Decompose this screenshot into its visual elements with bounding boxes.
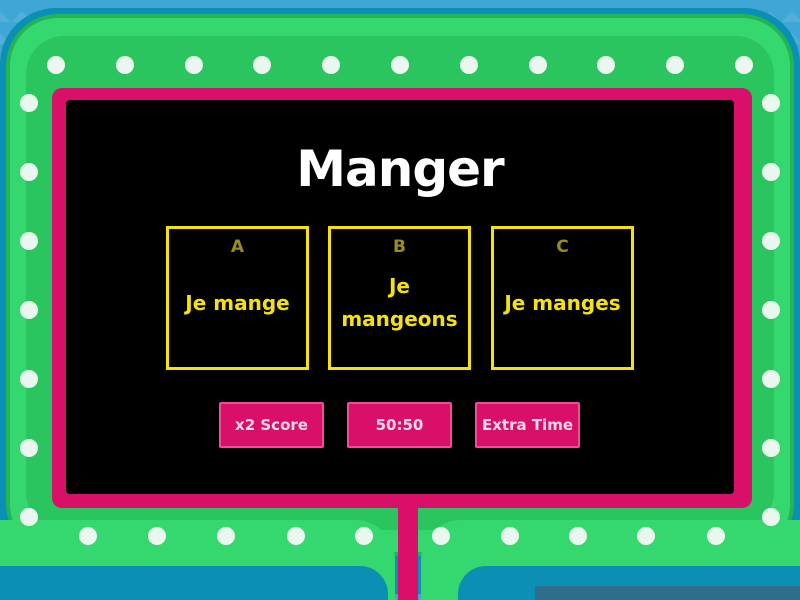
answer-text: Je mange: [185, 290, 290, 315]
marquee-bulb: [148, 527, 166, 545]
question-title: Manger: [296, 140, 504, 198]
fifty-fifty-button[interactable]: 50:50: [347, 402, 452, 448]
marquee-bulb: [253, 56, 272, 74]
marquee-bulb: [217, 527, 235, 545]
marquee-bulb: [637, 527, 655, 545]
answer-letter: C: [556, 237, 569, 257]
marquee-bulb: [528, 56, 547, 74]
marquee-bulb: [707, 527, 725, 545]
marquee-bulb: [47, 56, 65, 74]
answer-text: Je manges: [504, 290, 621, 315]
marquee-bulb: [20, 301, 38, 319]
marquee-bulb: [762, 301, 780, 319]
marquee-bulb: [20, 439, 38, 457]
stand-neck: [398, 500, 418, 600]
answer-box-a[interactable]: A Je mange: [166, 226, 309, 370]
marquee-bulb: [666, 56, 685, 74]
marquee-bulb: [569, 527, 587, 545]
marquee-bulb: [432, 527, 450, 545]
marquee-bulb: [20, 232, 38, 250]
stand-base: [535, 586, 800, 600]
marquee-bulb: [115, 56, 134, 74]
marquee-bulb: [391, 56, 409, 74]
marquee-bulb: [762, 370, 780, 388]
marquee-bulb: [184, 56, 203, 74]
marquee-bulb: [322, 56, 341, 74]
answer-box-c[interactable]: C Je manges: [491, 226, 634, 370]
double-score-button[interactable]: x2 Score: [219, 402, 324, 448]
answer-text: Je mangeons: [341, 274, 458, 331]
answer-letter: B: [393, 237, 406, 257]
marquee-bulb: [20, 94, 38, 112]
extra-time-button[interactable]: Extra Time: [475, 402, 580, 448]
marquee-bulb: [762, 439, 780, 457]
marquee-bulb: [762, 508, 780, 526]
answer-letter: A: [230, 237, 245, 257]
marquee-bulb: [762, 232, 780, 250]
marquee-bulb: [287, 527, 305, 545]
marquee-bulb: [459, 56, 478, 74]
marquee-bulb: [762, 94, 780, 112]
marquee-bulb: [501, 527, 519, 545]
marquee-bulb: [355, 527, 373, 545]
marquee-bulb: [735, 56, 753, 74]
marquee-bulb: [20, 163, 38, 181]
marquee-bulb: [597, 56, 616, 74]
marquee-bulb: [79, 527, 97, 545]
marquee-bulb: [762, 163, 780, 181]
marquee-bulb: [20, 370, 38, 388]
answer-box-b[interactable]: B Je mangeons: [328, 226, 471, 370]
marquee-bulb: [20, 508, 38, 526]
stand-left-teal: [0, 566, 388, 600]
